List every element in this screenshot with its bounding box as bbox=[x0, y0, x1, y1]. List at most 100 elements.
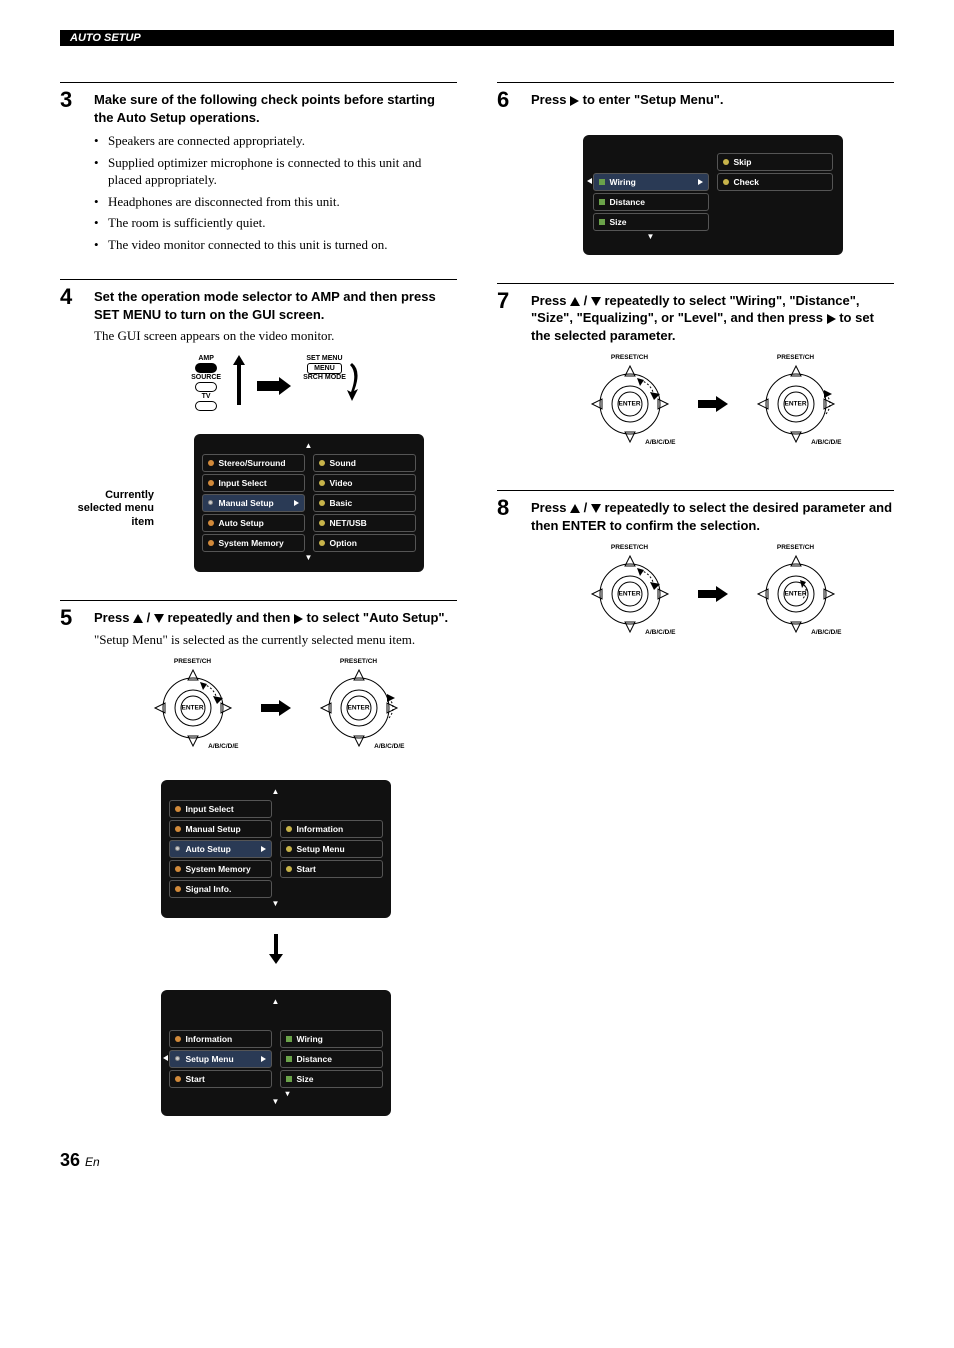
pad-bottom-label: A/B/C/D/E bbox=[645, 629, 675, 636]
step-title: Press / repeatedly to select "Wiring", "… bbox=[531, 292, 894, 345]
menu-item: Information bbox=[169, 1030, 272, 1048]
square-icon bbox=[286, 1056, 292, 1062]
checklist: Speakers are connected appropriately. Su… bbox=[94, 132, 457, 253]
chevron-right-icon bbox=[261, 1056, 266, 1062]
step-title: Press to enter "Setup Menu". bbox=[531, 91, 894, 109]
menu-label: Video bbox=[330, 478, 353, 488]
scroll-down-icon: ▼ bbox=[169, 900, 383, 908]
menu-label: Size bbox=[610, 217, 627, 227]
pad-top-label: PRESET/CH bbox=[143, 658, 243, 665]
menu-label: Distance bbox=[610, 197, 645, 207]
menu-label: Check bbox=[734, 177, 760, 187]
scroll-up-icon: ▲ bbox=[202, 442, 416, 450]
menu-label: Basic bbox=[330, 498, 353, 508]
scroll-down-icon: ▼ bbox=[202, 554, 416, 562]
gui-screen-main-menu: ▲ Stereo/Surround Input Select Manual Se… bbox=[194, 434, 424, 572]
step-title: Press / repeatedly and then to select "A… bbox=[94, 609, 457, 627]
submenu-item: Skip bbox=[717, 153, 833, 171]
up-icon bbox=[570, 504, 580, 513]
right-column: 6 Press to enter "Setup Menu". x Wiring … bbox=[497, 82, 894, 1171]
menu-item: Start bbox=[169, 1070, 272, 1088]
submenu-item: Start bbox=[280, 860, 383, 878]
cursor-pad: PRESET/CH ENTER bbox=[309, 660, 409, 756]
label-set-menu: SET MENU bbox=[303, 355, 346, 362]
menu-label: Input Select bbox=[186, 804, 234, 814]
menu-label: Auto Setup bbox=[219, 518, 264, 528]
submenu-item: Check bbox=[717, 173, 833, 191]
right-arrow-icon bbox=[257, 377, 291, 395]
menu-button: MENU bbox=[307, 363, 342, 374]
menu-label: Start bbox=[297, 864, 316, 874]
step-8: 8 Press / repeatedly to select the desir… bbox=[497, 490, 894, 658]
menu-label: NET/USB bbox=[330, 518, 367, 528]
menu-label: Auto Setup bbox=[186, 844, 231, 854]
selector-source-icon bbox=[195, 382, 217, 392]
selector-tv-icon bbox=[195, 401, 217, 411]
cursor-pad-row: PRESET/CH EN bbox=[94, 660, 457, 756]
scroll-up-icon: ▲ bbox=[169, 998, 383, 1006]
down-icon bbox=[154, 614, 164, 623]
menu-label: Wiring bbox=[297, 1034, 323, 1044]
submenu-item: Basic bbox=[313, 494, 416, 512]
press-arrow-icon bbox=[344, 361, 360, 401]
check-item: Supplied optimizer microphone is connect… bbox=[94, 154, 457, 189]
page-number: 36 En bbox=[60, 1150, 457, 1171]
submenu-item: Distance bbox=[280, 1050, 383, 1068]
submenu-item: Video bbox=[313, 474, 416, 492]
menu-item: Distance bbox=[593, 193, 709, 211]
step-title: Press / repeatedly to select the desired… bbox=[531, 499, 894, 534]
right-arrow-icon bbox=[261, 700, 291, 716]
cursor-pad: PRESET/CH EN bbox=[580, 356, 680, 452]
up-icon bbox=[133, 614, 143, 623]
down-icon bbox=[591, 297, 601, 306]
menu-item: System Memory bbox=[202, 534, 305, 552]
step-number: 3 bbox=[60, 89, 80, 257]
mode-selector: AMP SOURCE TV bbox=[191, 355, 221, 412]
enter-label: ENTER bbox=[618, 591, 640, 598]
pad-top-label: PRESET/CH bbox=[746, 354, 846, 361]
gui-callout-label: Currently selected menu item bbox=[74, 489, 154, 529]
cursor-pad: PRESET/CH EN bbox=[143, 660, 243, 756]
chevron-left-icon bbox=[163, 1055, 168, 1061]
gui-container: Currently selected menu item ▲ Stereo/Su… bbox=[74, 426, 457, 578]
pad-top-label: PRESET/CH bbox=[746, 544, 846, 551]
menu-label: Information bbox=[297, 824, 344, 834]
left-column: 3 Make sure of the following check point… bbox=[60, 82, 457, 1171]
cursor-pad: PRESET/CH EN bbox=[580, 546, 680, 642]
menu-label: Manual Setup bbox=[219, 498, 274, 508]
label-srch-mode: SRCH MODE bbox=[303, 374, 346, 381]
menu-label: System Memory bbox=[219, 538, 284, 548]
chevron-right-icon bbox=[698, 179, 703, 185]
step-description: The GUI screen appears on the video moni… bbox=[94, 327, 457, 345]
step-description: "Setup Menu" is selected as the currentl… bbox=[94, 631, 457, 649]
label-tv: TV bbox=[191, 393, 221, 400]
menu-label: Setup Menu bbox=[186, 1054, 234, 1064]
scroll-down-icon: ▼ bbox=[169, 1098, 383, 1106]
menu-label: Size bbox=[297, 1074, 314, 1084]
scroll-down-icon: ▾ bbox=[280, 1090, 383, 1098]
square-icon bbox=[599, 179, 605, 185]
menu-item: Signal Info. bbox=[169, 880, 272, 898]
chevron-right-icon bbox=[261, 846, 266, 852]
gui-screen-auto-setup: ▲ Input Select Manual Setup Auto Setup S… bbox=[161, 780, 391, 918]
selector-amp-icon bbox=[195, 363, 217, 373]
step-number: 7 bbox=[497, 290, 517, 469]
enter-label: ENTER bbox=[347, 705, 369, 712]
cursor-pad-row: PRESET/CH EN bbox=[531, 546, 894, 642]
menu-label: Skip bbox=[734, 157, 752, 167]
menu-item-selected: Auto Setup bbox=[169, 840, 272, 858]
right-arrow-icon bbox=[698, 396, 728, 412]
square-icon bbox=[286, 1076, 292, 1082]
step-3: 3 Make sure of the following check point… bbox=[60, 82, 457, 257]
menu-label: Information bbox=[186, 1034, 233, 1044]
menu-item-selected: Wiring bbox=[593, 173, 709, 191]
menu-item-selected: Setup Menu bbox=[169, 1050, 272, 1068]
step-5: 5 Press / repeatedly and then to select … bbox=[60, 600, 457, 1122]
square-icon bbox=[599, 219, 605, 225]
down-icon bbox=[591, 504, 601, 513]
pad-bottom-label: A/B/C/D/E bbox=[374, 743, 404, 750]
menu-item: System Memory bbox=[169, 860, 272, 878]
check-item: Headphones are disconnected from this un… bbox=[94, 193, 457, 211]
menu-label: Stereo/Surround bbox=[219, 458, 286, 468]
menu-label: Start bbox=[186, 1074, 205, 1084]
